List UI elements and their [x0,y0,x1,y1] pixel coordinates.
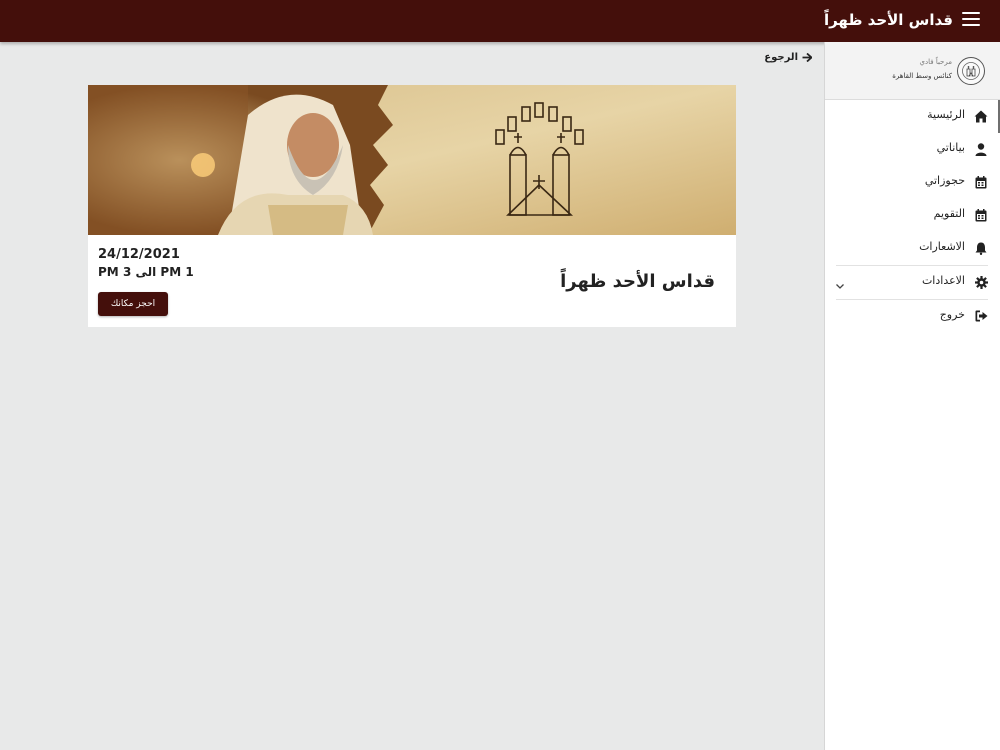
book-seat-button[interactable]: احجز مكانك [98,292,168,316]
sidebar-item-bookings[interactable]: حجوزاتي [824,166,1000,198]
greeting-text: مرحباً فادي [919,58,952,66]
calendar-icon [974,175,988,189]
bell-icon [974,241,988,255]
sidebar-item-calendar[interactable]: التقويم [824,199,1000,231]
sidebar-item-profile[interactable]: بياناتي [824,133,1000,165]
sidebar: مرحباً فادي كنائس وسط القاهرة الرئيسية ب… [824,42,1000,750]
sidebar-item-label: التقويم [933,207,965,220]
event-card: 24/12/2021 1 PM الى 3 PM قداس الأحد ظهرا… [88,85,736,327]
sidebar-item-label: الاعدادات [921,274,965,287]
sidebar-item-label: الرئيسية [927,108,965,121]
page-title: قداس الأحد ظهراً [823,11,953,29]
church-logo-icon [957,57,985,85]
event-banner-image [88,85,736,235]
sidebar-item-label: خروج [939,308,965,321]
sidebar-item-label: بياناتي [936,141,965,154]
sidebar-item-label: حجوزاتي [924,174,965,187]
sidebar-item-settings[interactable]: الاعدادات [824,266,1000,298]
sidebar-item-label: الاشعارات [919,240,965,253]
back-label: الرجوع [764,52,798,63]
event-title: قداس الأحد ظهراً [560,271,715,292]
church-name: كنائس وسط القاهرة [892,72,952,80]
logout-icon [974,309,988,323]
sidebar-item-notifications[interactable]: الاشعارات [824,232,1000,264]
sidebar-item-home[interactable]: الرئيسية [824,100,1000,132]
gear-icon [974,275,988,289]
hamburger-menu-icon[interactable] [962,12,980,28]
calendar-icon [974,208,988,222]
user-icon [974,142,988,156]
event-time: 1 PM الى 3 PM [98,265,194,279]
event-date: 24/12/2021 [98,247,180,262]
user-profile: مرحباً فادي كنائس وسط القاهرة [825,42,1000,100]
back-link[interactable]: الرجوع [764,52,812,63]
top-bar: قداس الأحد ظهراً [0,0,1000,42]
sidebar-item-logout[interactable]: خروج [824,300,1000,332]
home-icon [974,109,988,123]
chevron-down-icon[interactable] [835,276,845,289]
arrow-right-icon [802,53,812,62]
